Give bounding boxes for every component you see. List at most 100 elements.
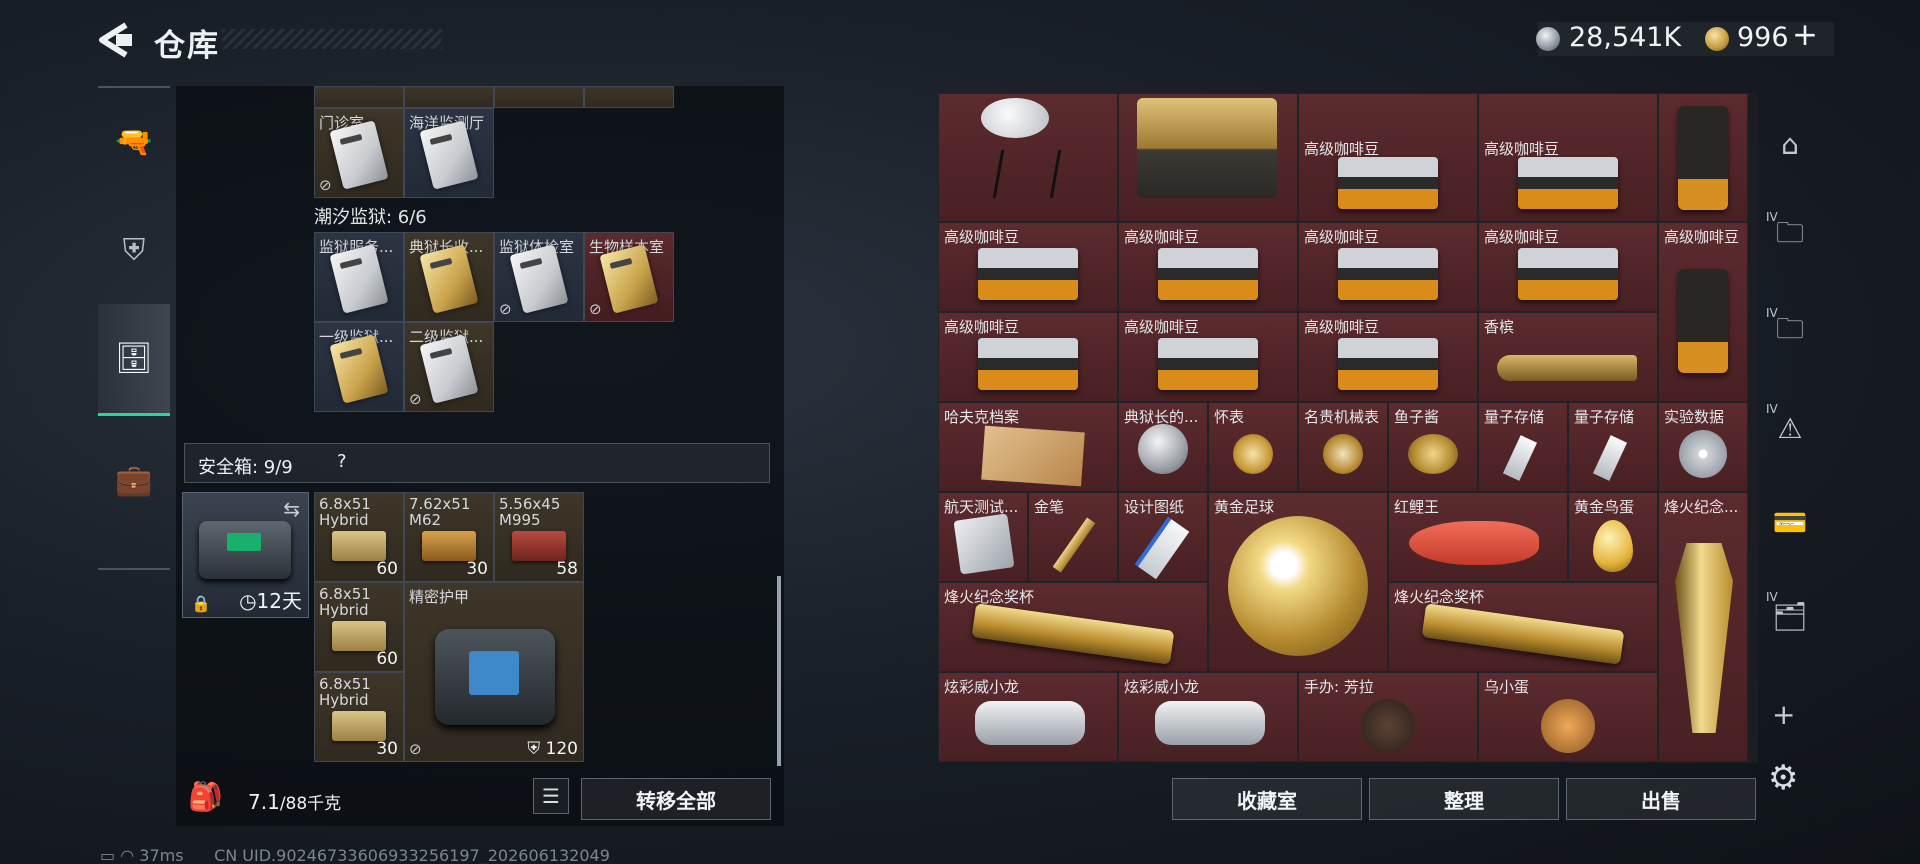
ammo-slot[interactable]: 7.62x51 M62 30 — [404, 492, 494, 582]
plus-case-icon: 🗂 — [1772, 599, 1808, 633]
grid-item[interactable]: 高级咖啡豆 — [1478, 93, 1658, 222]
grid-item[interactable]: 手办: 芳拉 — [1298, 672, 1478, 762]
grid-item[interactable]: 高级咖啡豆 — [1298, 312, 1478, 402]
ammo-slot[interactable]: 5.56x45 M995 58 — [494, 492, 584, 582]
sort-button[interactable]: 整理 — [1369, 778, 1559, 820]
nav-armor[interactable]: ⛨ — [98, 196, 170, 304]
back-arrow-icon[interactable] — [96, 22, 136, 58]
grid-item[interactable]: 量子存储 — [1568, 402, 1658, 492]
key-card-slot[interactable] — [314, 86, 404, 108]
key-card-slot[interactable]: 门诊室 ⊘ — [314, 108, 404, 198]
key-card-slot[interactable]: 生物样本室 ⊘ — [584, 232, 674, 322]
grid-item[interactable]: 航天测试... — [938, 492, 1028, 582]
no-transfer-icon: ⊘ — [499, 300, 512, 318]
grid-item[interactable]: 烽火纪念奖杯 — [1388, 582, 1658, 672]
add-currency-button[interactable]: + — [1792, 17, 1818, 53]
grid-item[interactable]: 乌小蛋 — [1478, 672, 1658, 762]
item-name: 高级咖啡豆 — [1484, 140, 1560, 158]
tab-gate[interactable]: ⌂ — [1758, 104, 1822, 184]
tab-folder-2[interactable]: IV 🗀 — [1758, 292, 1822, 372]
ammo-slot[interactable]: 6.8x51 Hybrid 30 — [314, 672, 404, 762]
tab-key-card[interactable]: 💳 — [1758, 482, 1822, 562]
item-name: 香槟 — [1484, 318, 1515, 336]
swap-icon[interactable]: ⇆ — [283, 497, 300, 521]
golden-egg-icon — [1593, 519, 1633, 572]
grid-item[interactable]: 高级咖啡豆 — [1478, 222, 1658, 312]
grid-item[interactable]: 高级咖啡豆 — [938, 312, 1118, 402]
grid-item[interactable]: 哈夫克档案 — [938, 402, 1118, 492]
grid-item[interactable] — [938, 93, 1118, 222]
item-name: 高级咖啡豆 — [1484, 228, 1560, 246]
item-name: 黄金鸟蛋 — [1574, 498, 1635, 516]
item-name: 红鲤王 — [1394, 498, 1440, 516]
figurine-icon — [1361, 698, 1415, 753]
grid-item[interactable]: 高级咖啡豆 — [1118, 222, 1298, 312]
grid-item[interactable]: 红鲤王 — [1388, 492, 1568, 582]
help-button[interactable]: ? — [337, 451, 347, 472]
transfer-all-button[interactable]: 转移全部 — [581, 778, 771, 820]
tab-warning[interactable]: IV ⚠ — [1758, 388, 1822, 468]
coffee-bag-icon — [1338, 248, 1438, 301]
sell-button[interactable]: 出售 — [1566, 778, 1756, 820]
scrollbar-thumb[interactable] — [777, 576, 781, 766]
key-card-slot[interactable] — [584, 86, 674, 108]
key-card-slot[interactable]: 监狱体检室 ⊘ — [494, 232, 584, 322]
key-card-slot[interactable]: 监狱服务... — [314, 232, 404, 322]
grid-item[interactable]: 高级咖啡豆 — [1298, 93, 1478, 222]
nav-weapons[interactable]: 🔫 — [98, 88, 170, 196]
coffee-bag-icon — [1158, 248, 1258, 301]
gear-icon[interactable]: ⚙ — [1768, 758, 1798, 798]
grid-item[interactable] — [1658, 93, 1748, 222]
ammo-slot[interactable]: 6.8x51 Hybrid 60 — [314, 582, 404, 672]
champagne-icon — [1497, 355, 1637, 381]
no-transfer-icon: ⊘ — [319, 176, 332, 194]
key-card-slot[interactable]: 海洋监测厅 — [404, 108, 494, 198]
grid-item[interactable]: 高级咖啡豆 — [938, 222, 1118, 312]
grid-item[interactable]: 黄金足球 — [1208, 492, 1388, 672]
grid-item[interactable]: 黄金鸟蛋 — [1568, 492, 1658, 582]
list-view-button[interactable]: ☰ — [533, 778, 569, 814]
grid-item[interactable]: 怀表 — [1208, 402, 1298, 492]
grid-item[interactable]: 炫彩威小龙 — [938, 672, 1118, 762]
grid-item[interactable]: 高级咖啡豆 — [1658, 222, 1748, 402]
grid-item[interactable]: 鱼子酱 — [1388, 402, 1478, 492]
collection-room-button[interactable]: 收藏室 — [1172, 778, 1362, 820]
caviar-tin-icon — [1408, 434, 1458, 475]
grid-item[interactable]: 量子存储 — [1478, 402, 1568, 492]
key-card-slot[interactable]: 典狱长收... — [404, 232, 494, 322]
usb-drive-icon — [1592, 435, 1628, 481]
armor-slot[interactable]: 精密护甲 ⊘ ⛨ 120 — [404, 582, 584, 762]
item-name: 烽火纪念奖杯 — [944, 588, 1035, 606]
nav-storage[interactable]: 🗄 — [98, 304, 170, 416]
item-name: 高级咖啡豆 — [1664, 228, 1740, 246]
medal-icon — [1138, 423, 1188, 474]
grid-item[interactable]: 实验数据 — [1658, 402, 1748, 492]
key-card-slot[interactable] — [404, 86, 494, 108]
grid-item[interactable]: 高级咖啡豆 — [1298, 222, 1478, 312]
grid-item[interactable]: 名贵机械表 — [1298, 402, 1388, 492]
safe-box-capacity: 安全箱: 9/9 — [198, 457, 293, 478]
key-card-slot[interactable]: 一级监狱... — [314, 322, 404, 412]
warning-frame-icon: ⚠ — [1777, 411, 1803, 445]
tab-case[interactable]: IV 🗂 — [1758, 576, 1822, 656]
grid-item[interactable]: 烽火纪念... — [1658, 492, 1748, 762]
nav-briefcase[interactable]: 💼 — [98, 426, 170, 534]
grid-item[interactable]: 典狱长的... — [1118, 402, 1208, 492]
grid-item[interactable]: 烽火纪念奖杯 — [938, 582, 1208, 672]
usb-drive-icon — [1502, 435, 1538, 481]
grid-item[interactable]: 香槟 — [1478, 312, 1658, 402]
tab-folder-1[interactable]: IV 🗀 — [1758, 196, 1822, 276]
grid-item[interactable]: 高级咖啡豆 — [1118, 312, 1298, 402]
coffee-bag-icon — [1678, 105, 1728, 210]
key-card-slot[interactable]: 二级监狱... ⊘ — [404, 322, 494, 412]
add-tab-icon[interactable]: + — [1772, 698, 1795, 731]
safe-box-duration: ◷12天 — [239, 589, 302, 613]
item-count: 30 — [466, 559, 488, 579]
grid-item[interactable]: 炫彩威小龙 — [1118, 672, 1298, 762]
ammo-slot[interactable]: 6.8x51 Hybrid 60 — [314, 492, 404, 582]
grid-item[interactable]: 设计图纸 — [1118, 492, 1208, 582]
key-card-slot[interactable] — [494, 86, 584, 108]
grid-item[interactable] — [1118, 93, 1298, 222]
safe-box-container[interactable]: ⇆ 🔒 ◷12天 — [182, 492, 309, 618]
grid-item[interactable]: 金笔 — [1028, 492, 1118, 582]
